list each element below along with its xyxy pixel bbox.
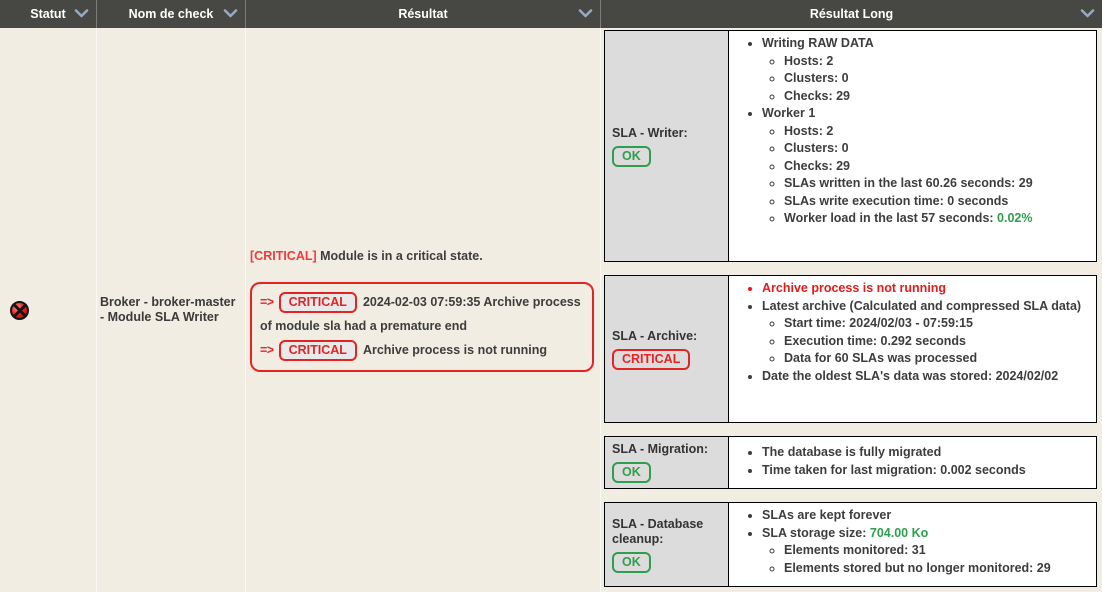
bullet-list: Writing RAW DATA Hosts: 2 Clusters: 0 Ch…	[733, 35, 1092, 105]
chevron-down-icon[interactable]	[223, 9, 238, 18]
subtable-sla-database-cleanup: SLA - Database cleanup: OK SLAs are kept…	[604, 502, 1097, 587]
list-item: SLAs write execution time: 0 seconds	[784, 193, 1092, 211]
list-item: Date the oldest SLA's data was stored: 2…	[762, 368, 1092, 386]
list-item: Start time: 2024/02/03 - 07:59:15	[784, 315, 1092, 333]
bullet-list: Worker 1 Hosts: 2 Clusters: 0 Checks: 29…	[733, 105, 1092, 228]
list-item: Worker 1 Hosts: 2 Clusters: 0 Checks: 29…	[762, 105, 1092, 228]
list-item: The database is fully migrated	[762, 444, 1092, 462]
section-title: SLA - Writer:	[612, 126, 721, 141]
column-header-label: Statut	[30, 7, 65, 21]
monitoring-status-table: Statut Nom de check Résultat Résultat Lo…	[0, 0, 1102, 592]
list-item: Execution time: 0.292 seconds	[784, 333, 1092, 351]
section-title: SLA - Migration:	[612, 442, 721, 457]
check-name-cell: Broker - broker-master - Module SLA Writ…	[97, 28, 246, 592]
chevron-down-icon[interactable]	[1080, 9, 1095, 18]
bullet-list: Date the oldest SLA's data was stored: 2…	[733, 368, 1092, 386]
result-detail-line: => CRITICAL Archive process is not running	[260, 338, 584, 362]
section-title: SLA - Database cleanup:	[612, 517, 721, 547]
result-status-prefix: [CRITICAL]	[250, 249, 317, 263]
column-header-label: Résultat	[398, 7, 447, 21]
subtable-details: The database is fully migrated Time take…	[729, 437, 1096, 488]
result-summary: [CRITICAL] Module is in a critical state…	[250, 249, 596, 263]
subtable-sla-writer: SLA - Writer: OK Writing RAW DATA Hosts:…	[604, 30, 1097, 262]
arrow-indicator: =>	[260, 343, 274, 357]
subtable-sla-migration: SLA - Migration: OK The database is full…	[604, 436, 1097, 489]
subtable-status-panel: SLA - Database cleanup: OK	[605, 503, 729, 586]
list-item-text: Writing RAW DATA	[762, 36, 874, 50]
list-item: Worker load in the last 57 seconds: 0.02…	[784, 210, 1092, 228]
chevron-down-icon[interactable]	[74, 9, 89, 18]
check-name-link[interactable]: Broker - broker-master - Module SLA Writ…	[100, 295, 242, 326]
critical-badge: CRITICAL	[279, 292, 357, 313]
table-row: Broker - broker-master - Module SLA Writ…	[0, 28, 1102, 592]
critical-badge: CRITICAL	[279, 340, 357, 361]
list-item: Data for 60 SLAs was processed	[784, 350, 1092, 368]
highlight-value: 0.02%	[997, 211, 1032, 225]
list-item: Archive process is not running	[762, 280, 1092, 298]
list-item: Checks: 29	[784, 158, 1092, 176]
arrow-indicator: =>	[260, 295, 274, 309]
list-item-text: Latest archive (Calculated and compresse…	[762, 299, 1081, 313]
list-item: SLAs written in the last 60.26 seconds: …	[784, 175, 1092, 193]
bullet-list: The database is fully migrated Time take…	[733, 444, 1092, 479]
column-header-label: Résultat Long	[810, 7, 893, 21]
chevron-down-icon[interactable]	[578, 9, 593, 18]
list-item-text: Worker 1	[762, 106, 815, 120]
subtable-status-panel: SLA - Writer: OK	[605, 31, 729, 261]
column-header-resultat[interactable]: Résultat	[246, 0, 601, 28]
list-item: Checks: 29	[784, 88, 1092, 106]
result-detail-text: Archive process is not running	[363, 343, 547, 357]
section-title: SLA - Archive:	[612, 329, 721, 344]
column-header-resultat-long[interactable]: Résultat Long	[601, 0, 1102, 28]
list-item-text: SLA storage size:	[762, 526, 870, 540]
list-item: Hosts: 2	[784, 123, 1092, 141]
critical-status-icon	[10, 301, 29, 320]
list-item: Elements stored but no longer monitored:…	[784, 560, 1092, 578]
result-cell: [CRITICAL] Module is in a critical state…	[246, 28, 601, 592]
list-item: Hosts: 2	[784, 53, 1092, 71]
highlight-value: 704.00 Ko	[870, 526, 928, 540]
table-header: Statut Nom de check Résultat Résultat Lo…	[0, 0, 1102, 28]
list-item: SLAs are kept forever	[762, 507, 1092, 525]
column-header-label: Nom de check	[129, 7, 214, 21]
column-header-statut[interactable]: Statut	[0, 0, 97, 28]
subtable-status-panel: SLA - Migration: OK	[605, 437, 729, 488]
bullet-list: SLAs are kept forever SLA storage size: …	[733, 507, 1092, 577]
status-cell	[0, 28, 97, 592]
subtable-details: Writing RAW DATA Hosts: 2 Clusters: 0 Ch…	[729, 31, 1096, 261]
list-item: Clusters: 0	[784, 140, 1092, 158]
ok-badge: OK	[612, 146, 651, 167]
ok-badge: OK	[612, 462, 651, 483]
list-item: Elements monitored: 31	[784, 542, 1092, 560]
ok-badge: OK	[612, 552, 651, 573]
subtable-details: Archive process is not running Latest ar…	[729, 276, 1096, 422]
subtable-status-panel: SLA - Archive: CRITICAL	[605, 276, 729, 422]
list-item: Writing RAW DATA Hosts: 2 Clusters: 0 Ch…	[762, 35, 1092, 105]
column-header-nom-de-check[interactable]: Nom de check	[97, 0, 246, 28]
subtable-sla-archive: SLA - Archive: CRITICAL Archive process …	[604, 275, 1097, 423]
subtable-details: SLAs are kept forever SLA storage size: …	[729, 503, 1096, 586]
list-item: Clusters: 0	[784, 70, 1092, 88]
bullet-list: Archive process is not running Latest ar…	[733, 280, 1092, 368]
list-item-text: Worker load in the last 57 seconds:	[784, 211, 997, 225]
result-detail-box: =>CRITICAL2024-02-03 07:59:35 Archive pr…	[250, 282, 594, 372]
list-item: SLA storage size: 704.00 Ko Elements mon…	[762, 525, 1092, 578]
long-result-cell: SLA - Writer: OK Writing RAW DATA Hosts:…	[601, 28, 1102, 592]
result-summary-text: Module is in a critical state.	[317, 249, 483, 263]
critical-badge: CRITICAL	[612, 349, 690, 370]
result-detail-line: =>CRITICAL2024-02-03 07:59:35 Archive pr…	[260, 290, 584, 338]
list-item: Time taken for last migration: 0.002 sec…	[762, 462, 1092, 480]
list-item: Latest archive (Calculated and compresse…	[762, 298, 1092, 368]
